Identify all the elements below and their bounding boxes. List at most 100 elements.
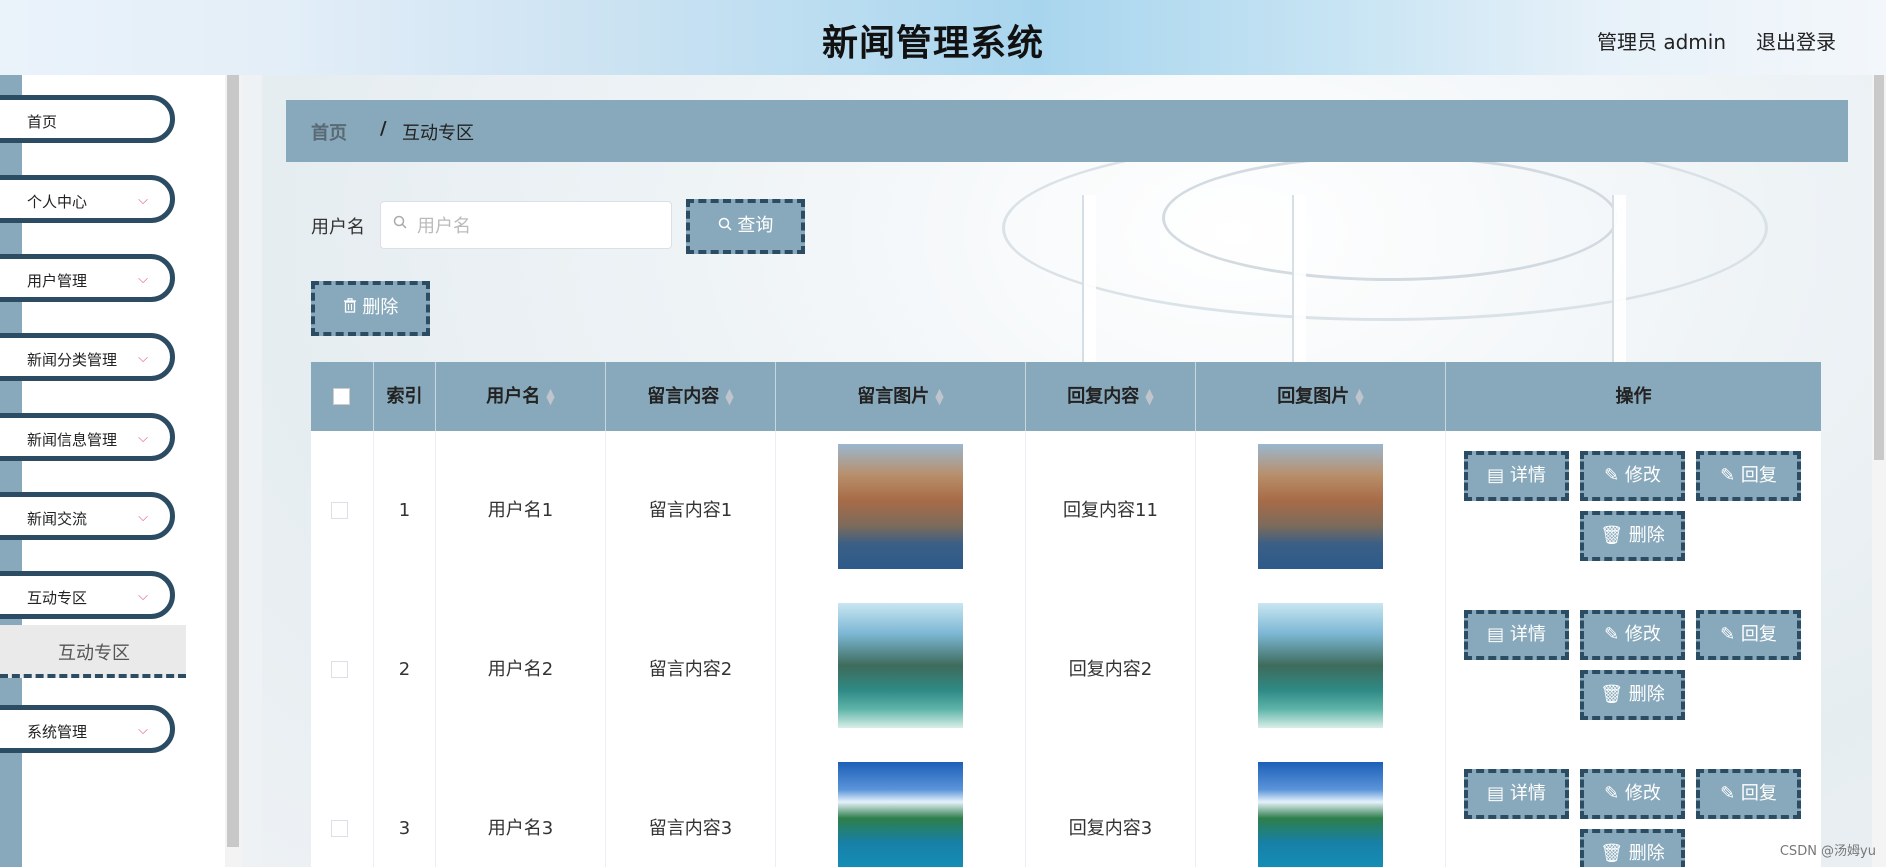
main-content: 首页 / 互动专区 用户名 查询 删除 索引 用户名 ▲▼ 留言内容 ▲▼ 留言图片…: [262, 75, 1886, 867]
sidebar-item-label: 新闻交流: [27, 510, 88, 528]
username-cell: 用户名2: [436, 590, 606, 749]
sidebar-item-news-exchange[interactable]: 新闻交流 ⌵: [0, 492, 175, 540]
reply-button[interactable]: ✎ 回复: [1696, 451, 1801, 501]
sort-icon[interactable]: ▲ ▼: [1145, 387, 1153, 406]
delete-button[interactable]: 🗑 删除: [1580, 670, 1685, 720]
reply-button-label: 回复: [1740, 624, 1777, 645]
scrollbar-thumb[interactable]: [227, 75, 239, 847]
column-header-message[interactable]: 留言内容 ▲ ▼: [606, 362, 776, 431]
submenu-item-label: 互动专区: [58, 643, 130, 664]
column-header-message-image[interactable]: 留言图片 ▲ ▼: [776, 362, 1026, 431]
select-all-checkbox[interactable]: [333, 388, 350, 405]
message-image-cell: [776, 431, 1026, 590]
chevron-down-icon: ⌵: [138, 723, 148, 738]
column-header-username[interactable]: 用户名 ▲ ▼: [436, 362, 606, 431]
edit-button[interactable]: ✎ 修改: [1580, 451, 1685, 501]
watermark: CSDN @汤姆yu: [1779, 844, 1876, 859]
column-header-label: 留言图片: [857, 386, 930, 407]
main-scrollbar[interactable]: [1872, 75, 1886, 867]
column-header-index: 索引: [374, 362, 436, 431]
detail-button[interactable]: ▤ 详情: [1464, 451, 1569, 501]
top-header: 新闻管理系统 管理员 admin 退出登录: [0, 0, 1886, 75]
edit-button[interactable]: ✎ 修改: [1580, 610, 1685, 660]
search-input-box[interactable]: [380, 201, 672, 249]
query-button-label: 查询: [737, 215, 774, 236]
reply-image[interactable]: [1258, 603, 1383, 728]
sidebar-scrollbar[interactable]: [225, 75, 242, 867]
sidebar-item-system[interactable]: 系统管理 ⌵: [0, 705, 175, 753]
username-search-input[interactable]: [415, 210, 659, 242]
edit-button[interactable]: ✎ 修改: [1580, 769, 1685, 819]
chevron-down-icon: ⌵: [138, 272, 148, 287]
actions-cell: ▤ 详情 ✎ 修改 ✎ 回复 🗑 删除: [1446, 749, 1821, 867]
trash-icon: 🗑: [1600, 843, 1629, 864]
query-button[interactable]: 查询: [686, 199, 805, 254]
message-image[interactable]: [838, 762, 963, 867]
reply-image-cell: [1196, 749, 1446, 867]
trash-icon: 🗑: [1600, 525, 1629, 546]
detail-button[interactable]: ▤ 详情: [1464, 769, 1569, 819]
reply-cell: 回复内容11: [1026, 431, 1196, 590]
row-checkbox[interactable]: [331, 661, 348, 678]
reply-button[interactable]: ✎ 回复: [1696, 769, 1801, 819]
chevron-down-icon: ⌵: [138, 589, 148, 604]
edit-button-label: 修改: [1624, 783, 1661, 804]
document-icon: ▤: [1487, 624, 1510, 645]
breadcrumb: 首页 / 互动专区: [286, 100, 1848, 162]
table-header: 索引 用户名 ▲ ▼ 留言内容 ▲ ▼ 留言图片 ▲ ▼ 回复内容 ▲ ▼ 回复图片 ▲ ▼ 操作: [311, 362, 1821, 431]
background-decoration: [1162, 155, 1618, 281]
reply-cell: 回复内容3: [1026, 749, 1196, 867]
search-icon: [393, 215, 407, 233]
chevron-down-icon: ⌵: [138, 193, 148, 208]
row-checkbox[interactable]: [331, 502, 348, 519]
sidebar-item-news-info[interactable]: 新闻信息管理 ⌵: [0, 413, 175, 461]
sort-icon[interactable]: ▲ ▼: [935, 387, 943, 406]
breadcrumb-separator: /: [380, 118, 387, 139]
sidebar-item-personal-center[interactable]: 个人中心 ⌵: [0, 175, 175, 223]
trash-icon: 🗑: [1600, 684, 1629, 705]
row-checkbox[interactable]: [331, 820, 348, 837]
sidebar-item-news-category[interactable]: 新闻分类管理 ⌵: [0, 333, 175, 381]
delete-button-label: 删除: [1628, 684, 1665, 705]
row-select-cell: [311, 431, 374, 590]
edit-button-label: 修改: [1624, 624, 1661, 645]
sort-icon[interactable]: ▲ ▼: [546, 387, 554, 406]
reply-image[interactable]: [1258, 444, 1383, 569]
detail-button-label: 详情: [1509, 624, 1546, 645]
column-header-reply-image[interactable]: 回复图片 ▲ ▼: [1196, 362, 1446, 431]
sidebar-item-interaction[interactable]: 互动专区 ⌵: [0, 571, 175, 619]
reply-image-cell: [1196, 590, 1446, 749]
reply-button[interactable]: ✎ 回复: [1696, 610, 1801, 660]
select-all-cell: [311, 362, 374, 431]
submenu-item-interaction[interactable]: 互动专区: [0, 625, 186, 678]
detail-button[interactable]: ▤ 详情: [1464, 610, 1569, 660]
breadcrumb-home[interactable]: 首页: [311, 119, 347, 145]
logout-link[interactable]: 退出登录: [1756, 26, 1836, 55]
sort-icon[interactable]: ▲ ▼: [725, 387, 733, 406]
sidebar-item-user-management[interactable]: 用户管理 ⌵: [0, 254, 175, 302]
column-header-reply[interactable]: 回复内容 ▲ ▼: [1026, 362, 1196, 431]
scrollbar-thumb[interactable]: [1874, 75, 1884, 460]
username-cell: 用户名1: [436, 431, 606, 590]
pencil-icon: ✎: [1720, 465, 1741, 486]
batch-delete-button[interactable]: 删除: [311, 281, 430, 336]
column-header-actions: 操作: [1446, 362, 1821, 431]
message-image[interactable]: [838, 603, 963, 728]
delete-button[interactable]: 🗑 删除: [1580, 829, 1685, 867]
sort-icon[interactable]: ▲ ▼: [1355, 387, 1363, 406]
index-cell: 3: [374, 749, 436, 867]
reply-image[interactable]: [1258, 762, 1383, 867]
pencil-icon: ✎: [1720, 624, 1741, 645]
document-icon: ▤: [1487, 465, 1510, 486]
document-icon: ▤: [1487, 783, 1510, 804]
message-image[interactable]: [838, 444, 963, 569]
edit-button-label: 修改: [1624, 465, 1661, 486]
sidebar-item-label: 互动专区: [27, 589, 88, 607]
current-user: 管理员 admin: [1596, 30, 1726, 54]
delete-button[interactable]: 🗑 删除: [1580, 511, 1685, 561]
pencil-icon: ✎: [1720, 783, 1741, 804]
sidebar-item-label: 用户管理: [27, 272, 88, 290]
chevron-down-icon: ⌵: [138, 431, 148, 446]
sidebar-item-home[interactable]: 首页: [0, 95, 175, 143]
table-row: 3 用户名3 留言内容3 回复内容3 ▤ 详情 ✎ 修改 ✎ 回复 🗑 删除: [311, 749, 1821, 867]
